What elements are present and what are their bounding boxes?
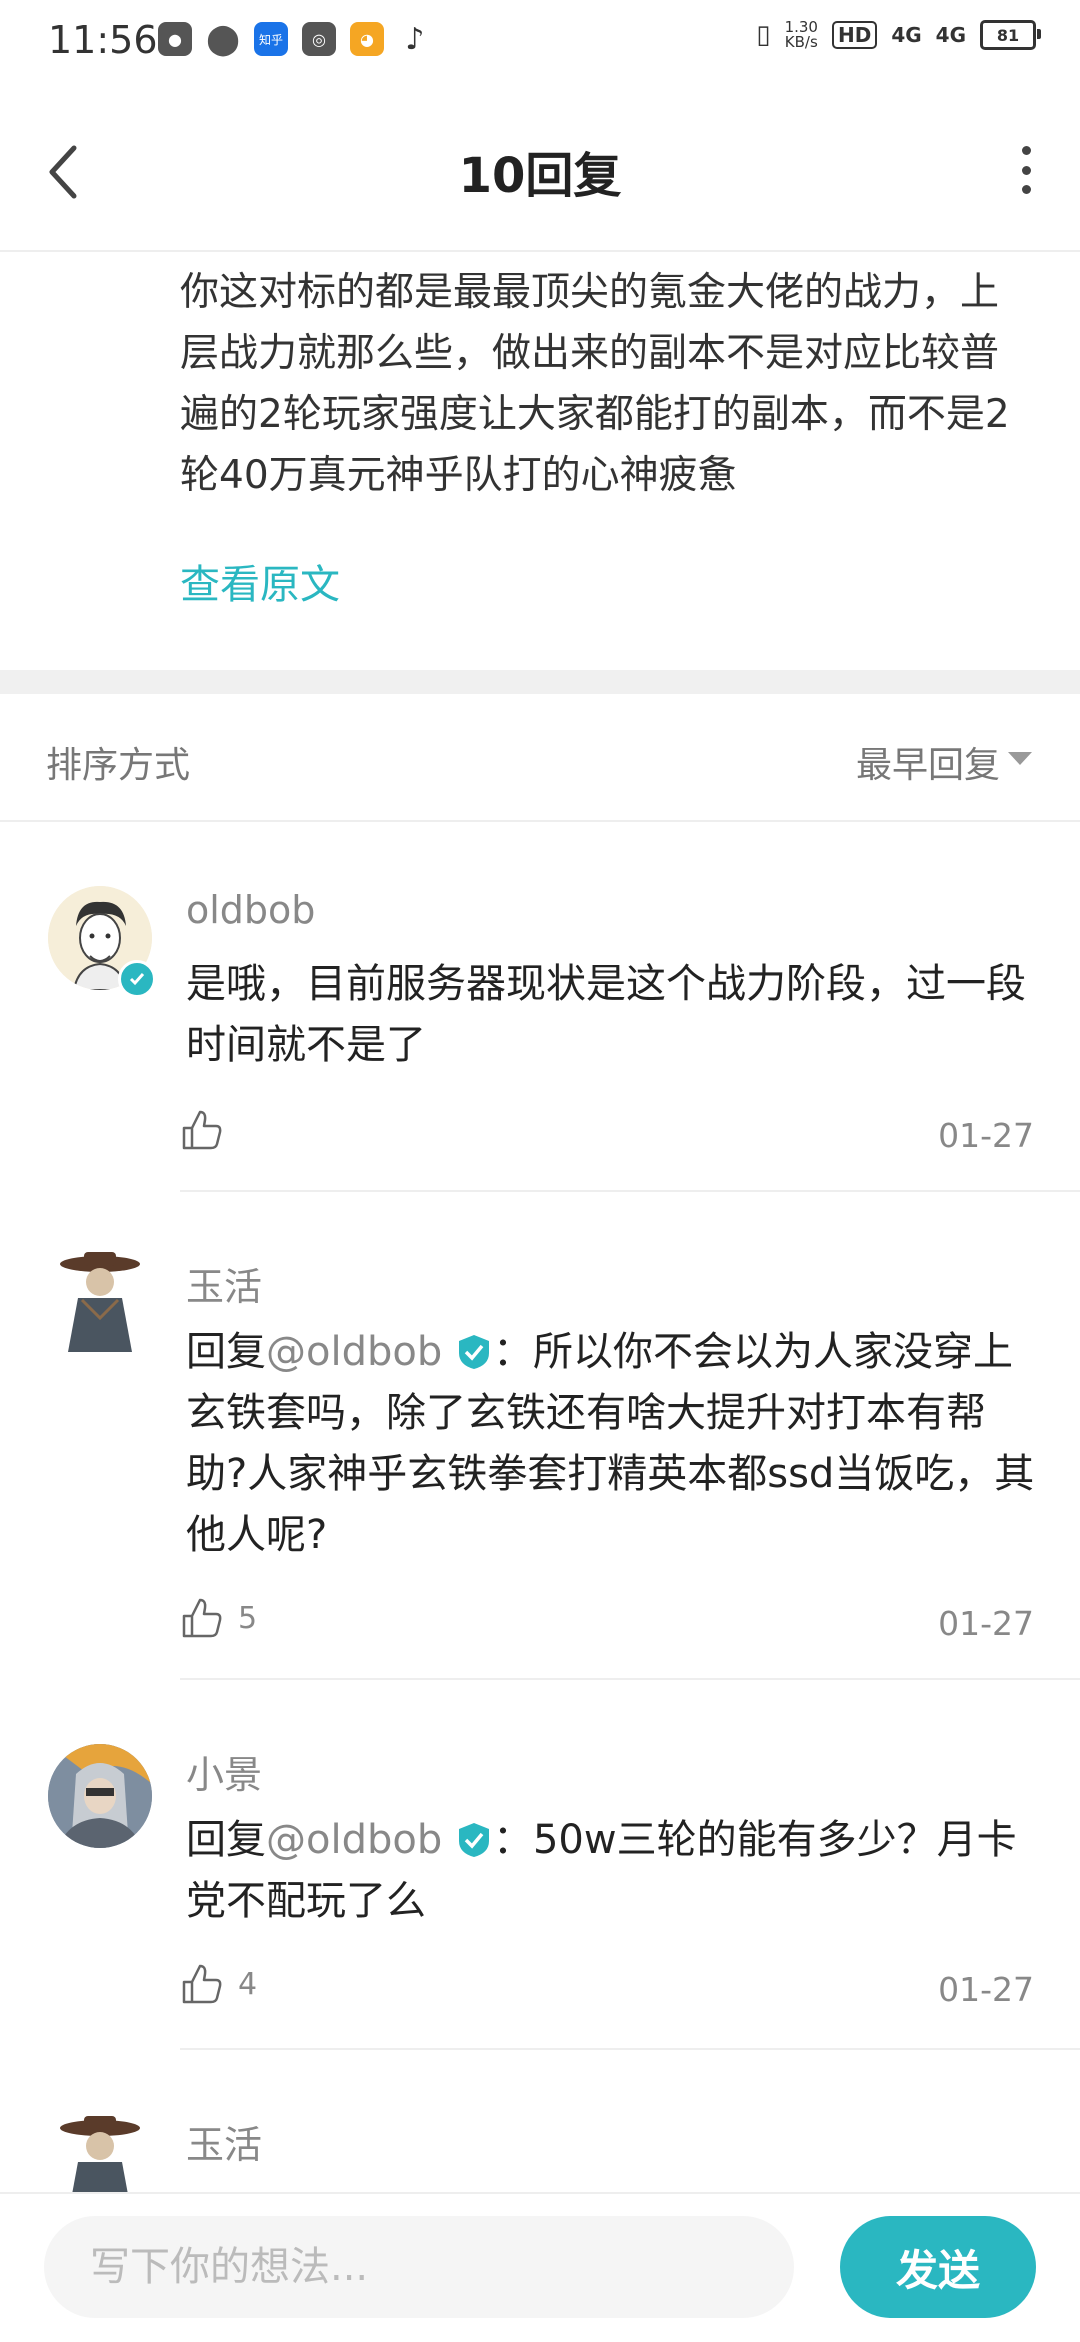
section-divider	[0, 670, 1080, 694]
thumbs-up-icon	[182, 1598, 222, 1638]
like-count: 4	[238, 1966, 258, 2002]
like-count: 5	[238, 1600, 258, 1636]
signal-4g-1: 4G	[891, 23, 922, 47]
avatar[interactable]	[48, 1248, 152, 1352]
comment-item: 玉活 回复@oldbob ：所以你不会以为人家没穿上玄铁套吗，除了玄铁还有啥大提…	[0, 1192, 1080, 1680]
reply-bar: 发送	[0, 2192, 1080, 2342]
verified-badge-icon	[458, 1823, 489, 1857]
verified-badge-icon	[118, 960, 156, 998]
mention-link[interactable]: @oldbob	[266, 1817, 442, 1863]
vibrate-icon: ▯	[756, 20, 771, 50]
app-icon: ●	[158, 22, 192, 56]
avatar-character-icon	[60, 1252, 140, 1352]
camera-icon: ◎	[302, 22, 336, 56]
avatar-character-icon	[60, 2116, 140, 2192]
caret-down-icon[interactable]	[1008, 752, 1032, 765]
comment-text: 回复@oldbob ：所以你不会以为人家没穿上玄铁套吗，除了玄铁还有啥大提升对打…	[186, 1322, 1036, 1566]
thumbs-up-icon	[182, 1110, 222, 1150]
comment-date: 01-27	[938, 1604, 1034, 1643]
comment-item: oldbob 是哦，目前服务器现状是这个战力阶段，过一段时间就不是了 01-27	[0, 820, 1080, 1192]
zhihu-icon: 知乎	[254, 22, 288, 56]
comment-username[interactable]: 玉活	[186, 2114, 262, 2169]
verified-badge-icon	[458, 1335, 489, 1369]
like-button[interactable]: 4	[180, 1962, 257, 2006]
status-right: ▯ 1.30 KB/s HD 4G 4G 81	[756, 18, 1041, 51]
reply-prefix: 回复	[186, 1817, 266, 1863]
battery-icon: 81	[980, 20, 1041, 50]
status-bar: 11:56 ● ⬤ 知乎 ◎ ◕ ♪ ▯ 1.30 KB/s HD 4G 4G 8…	[0, 0, 1080, 84]
sort-bar: 排序方式 最早回复	[0, 694, 1080, 822]
comment-date: 01-27	[938, 1970, 1034, 2009]
status-time: 11:56	[48, 18, 158, 62]
avatar-character-icon	[48, 1744, 152, 1848]
comment-date: 01-27	[938, 1116, 1034, 1155]
reply-prefix: 回复	[186, 1329, 266, 1375]
thumbs-up-icon	[182, 1964, 222, 2004]
page-title: 10回复	[458, 148, 622, 204]
comment-item: 玉活	[0, 2050, 1080, 2192]
like-button[interactable]	[180, 1108, 238, 1152]
original-post-text: 你这对标的都是最最顶尖的氪金大佬的战力，上层战力就那么些，做出来的副本不是对应比…	[180, 270, 1010, 498]
sort-dropdown[interactable]: 最早回复	[856, 736, 1000, 788]
avatar[interactable]	[48, 1744, 152, 1848]
like-button[interactable]: 5	[180, 1596, 257, 1640]
reply-input[interactable]	[44, 2216, 794, 2318]
location-icon: ⬤	[206, 21, 240, 57]
view-original-link[interactable]: 查看原文	[180, 552, 340, 610]
comment-text: 回复@oldbob ：50w三轮的能有多少？月卡党不配玩了么	[186, 1810, 1036, 1932]
comment-username[interactable]: oldbob	[186, 888, 315, 932]
comment-username[interactable]: 小景	[186, 1744, 262, 1799]
signal-4g-2: 4G	[935, 23, 966, 47]
comment-text: 是哦，目前服务器现状是这个战力阶段，过一段时间就不是了	[186, 961, 1026, 1068]
comment-username[interactable]: 玉活	[186, 1256, 262, 1311]
sort-label: 排序方式	[46, 745, 191, 786]
comment-item: 小景 回复@oldbob ：50w三轮的能有多少？月卡党不配玩了么 4 01-2…	[0, 1680, 1080, 2050]
hd-icon: HD	[831, 21, 878, 49]
more-options-icon[interactable]	[1016, 146, 1036, 194]
avatar[interactable]	[48, 2112, 152, 2192]
net-speed: 1.30 KB/s	[784, 18, 818, 51]
status-app-icons: ● ⬤ 知乎 ◎ ◕ ♪	[158, 21, 432, 57]
send-button[interactable]: 发送	[840, 2216, 1036, 2318]
tiktok-icon: ♪	[405, 21, 425, 57]
cat-icon: ◕	[350, 22, 384, 56]
header: 10回复	[0, 84, 1080, 252]
mention-link[interactable]: @oldbob	[266, 1329, 442, 1375]
